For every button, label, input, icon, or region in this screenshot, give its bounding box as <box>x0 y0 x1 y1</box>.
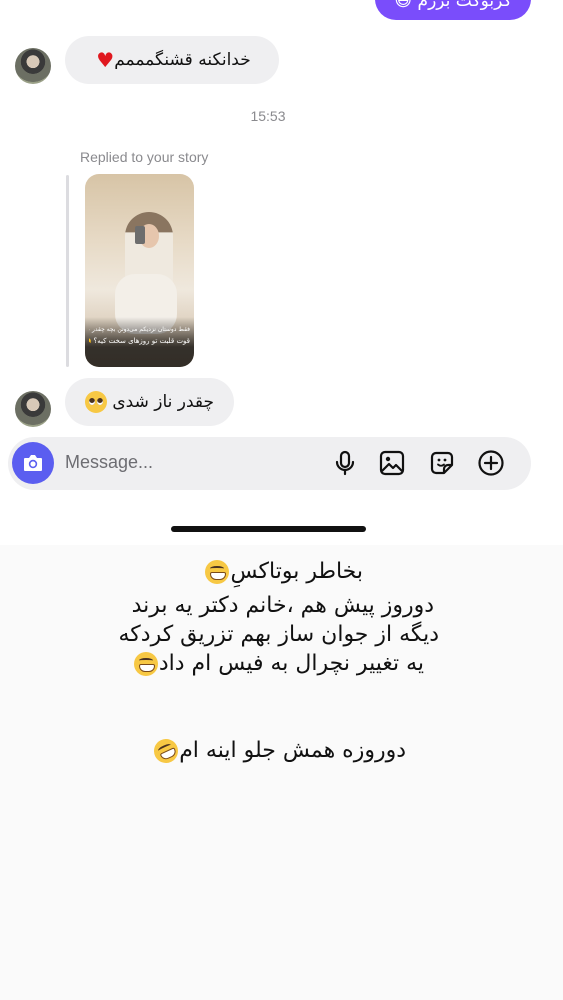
note-text: یه تغییر نچرال به فیس ام داد <box>158 651 424 676</box>
note-line-5: دوروزه همش جلو اینه ام <box>150 735 406 767</box>
story-thumbnail[interactable]: فقط دوستان نزدیکم می‌دونن بچه چقدر عزیزم… <box>85 174 194 367</box>
chat-thread: کربوکت بزرم 😅 خدانکنه قشنگمممم♥ 15:53 Re… <box>0 0 563 545</box>
story-phone <box>135 226 145 244</box>
home-indicator <box>171 526 366 532</box>
note-line-3: دیگه از جوان ساز بهم تزریق کردکه <box>118 622 440 647</box>
replied-to-story-label: Replied to your story <box>80 149 209 165</box>
story-caption-line-2: قوت قلبت تو روزهای سخت کیه؟ 🫶🫶 <box>89 337 190 345</box>
message-text: چقدر ناز شدی <box>112 392 215 412</box>
red-heart-icon: ♥ <box>96 48 115 72</box>
note-text: دوروزه همش جلو اینه ام <box>179 738 406 763</box>
avatar[interactable] <box>15 391 51 427</box>
avatar[interactable] <box>15 48 51 84</box>
story-caption-line-1: فقط دوستان نزدیکم می‌دونن بچه چقدر عزیزم… <box>89 326 190 333</box>
caption-note: بخاطر بوتاکسِ دوروز پیش هم ،خانم دکتر یه… <box>0 545 563 1000</box>
note-text: بخاطر بوتاکسِ <box>230 559 363 584</box>
received-message-bubble[interactable]: چقدر ناز شدی <box>65 378 234 426</box>
grinning-face-icon <box>133 652 158 676</box>
received-message-bubble[interactable]: خدانکنه قشنگمممم♥ <box>65 36 279 84</box>
message-composer: Message... <box>8 437 531 490</box>
grinning-face-icon <box>205 560 230 584</box>
message-text: خدانکنه قشنگمممم <box>114 50 251 70</box>
message-timestamp: 15:53 <box>250 108 286 124</box>
reply-indicator-line <box>66 175 69 367</box>
note-line-1: بخاطر بوتاکسِ <box>204 557 363 587</box>
microphone-icon[interactable] <box>331 449 359 477</box>
note-line-4: یه تغییر نچرال به فیس ام داد <box>133 649 424 679</box>
message-input[interactable]: Message... <box>65 452 153 473</box>
image-icon[interactable] <box>378 449 406 477</box>
sticker-icon[interactable] <box>428 449 456 477</box>
sent-message-bubble[interactable]: کربوکت بزرم 😅 <box>375 0 531 20</box>
add-icon[interactable] <box>477 449 505 477</box>
sent-message-text: کربوکت بزرم 😅 <box>394 0 512 11</box>
pleading-face-icon <box>84 391 107 413</box>
rolling-on-floor-laughing-icon <box>150 735 183 767</box>
camera-icon <box>24 455 42 471</box>
camera-button[interactable] <box>12 442 54 484</box>
note-line-2: دوروز پیش هم ،خانم دکتر یه برند <box>131 593 434 618</box>
